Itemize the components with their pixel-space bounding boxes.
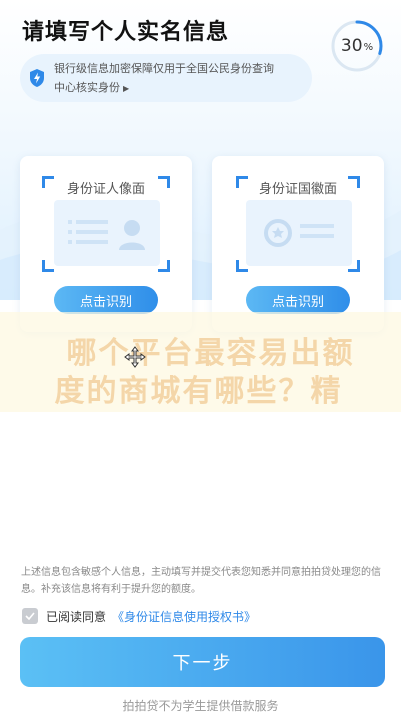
shield-lightning-icon (30, 69, 44, 87)
check-icon (25, 612, 35, 620)
privacy-disclaimer: 上述信息包含敏感个人信息，主动填写并提交代表您知悉并同意拍拍贷处理您的信息。补充… (21, 567, 381, 595)
progress-value: 30 (340, 36, 363, 56)
id-portrait-icon (68, 220, 145, 250)
security-notice[interactable]: 银行级信息加密保障仅用于全国公民身份查询 中心核实身份 ▶ (20, 54, 312, 102)
scan-portrait-button[interactable]: 点击识别 (54, 286, 158, 314)
national-emblem-icon (264, 219, 334, 247)
agreement-label: 已阅读同意 (46, 609, 107, 624)
agreement-checkbox[interactable] (22, 608, 38, 624)
progress-indicator: 30% (330, 19, 384, 73)
student-loan-notice: 拍拍贷不为学生提供借款服务 (122, 699, 279, 713)
scan-frame-corner (42, 260, 54, 272)
notice-text-line2-label: 中心核实身份 (54, 81, 120, 94)
watermark-overlay: 哪个平台最容易出额 度的商城有哪些？精 (0, 312, 401, 412)
id-card-emblem-upload[interactable]: 身份证国徽面 点击识别 (212, 156, 384, 332)
progress-label: 30% (330, 19, 384, 73)
card-label-emblem: 身份证国徽面 (258, 182, 337, 197)
move-cursor-icon (124, 346, 146, 368)
card-label-portrait: 身份证人像面 (66, 182, 145, 197)
page-title: 请填写个人实名信息 (22, 20, 230, 45)
id-emblem-illustration (246, 200, 352, 266)
id-portrait-illustration (54, 200, 160, 266)
caret-right-icon: ▶ (123, 84, 130, 93)
authorization-doc-link[interactable]: 《身份证信息使用授权书》 (112, 608, 256, 625)
progress-unit: % (363, 42, 374, 53)
notice-text-line1: 银行级信息加密保障仅用于全国公民身份查询 (54, 62, 274, 75)
agreement-row: 已阅读同意 《身份证信息使用授权书》 (22, 606, 256, 626)
id-card-portrait-upload[interactable]: 身份证人像面 点击识别 (20, 156, 192, 332)
scan-emblem-button[interactable]: 点击识别 (246, 286, 350, 314)
notice-text-line2: 中心核实身份 ▶ (54, 79, 129, 95)
watermark-text-line2: 度的商城有哪些？精 (54, 374, 343, 409)
next-step-button[interactable]: 下一步 (20, 637, 385, 687)
